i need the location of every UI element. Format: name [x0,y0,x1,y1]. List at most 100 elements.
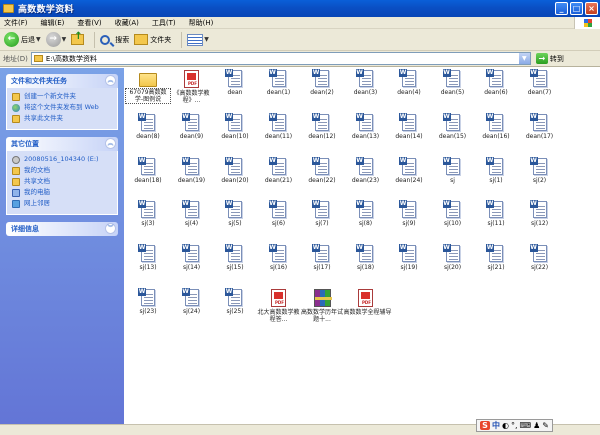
place-my-computer[interactable]: 我的电脑 [12,188,113,197]
file-item[interactable]: dean(16) [474,112,518,140]
file-item[interactable]: dean(20) [213,156,257,184]
file-item[interactable]: dean(1) [257,69,301,96]
file-item[interactable]: sj [431,156,475,184]
file-item[interactable]: sj(5) [213,200,257,227]
file-item[interactable]: sj(22) [518,244,562,271]
collapse-icon[interactable]: ︽ [105,138,116,149]
minimize-button[interactable]: _ [555,2,568,15]
file-item[interactable]: sj(3) [126,200,170,227]
chevron-down-icon[interactable]: ▼ [518,53,530,64]
file-item[interactable]: dean(9) [170,112,214,140]
file-item[interactable]: sj(2) [518,156,562,184]
file-item[interactable]: sj(4) [170,200,214,227]
file-item[interactable]: dean(14) [387,112,431,140]
file-item[interactable]: dean(10) [213,112,257,140]
address-input[interactable]: E:\高数数学资料 ▼ [30,52,531,65]
file-item[interactable]: sj(9) [387,200,431,227]
file-item[interactable]: dean(8) [126,112,170,140]
file-item[interactable]: dean(5) [431,69,475,96]
views-button[interactable]: ▼ [187,31,209,49]
panel-header[interactable]: 文件和文件夹任务 ︽ [6,74,118,88]
file-item[interactable]: dean(2) [300,69,344,96]
punctuation-icon[interactable]: °, [511,421,518,430]
file-item[interactable]: sj(6) [257,200,301,227]
file-item[interactable]: sj(21) [474,244,518,271]
menu-edit[interactable]: 编辑(E) [41,18,65,28]
chevron-down-icon[interactable]: ▼ [204,36,209,43]
file-item[interactable]: sj(7) [300,200,344,227]
file-item[interactable]: dean(12) [300,112,344,140]
file-item[interactable]: dean(21) [257,156,301,184]
file-item[interactable]: sj(20) [431,244,475,271]
file-item[interactable]: dean(24) [387,156,431,184]
user-icon[interactable]: ♟ [533,421,540,430]
forward-button[interactable]: → ▼ [45,31,67,49]
file-item[interactable]: sj(24) [170,288,214,315]
menu-view[interactable]: 查看(V) [77,18,101,28]
file-item[interactable]: sj(18) [344,244,388,271]
file-item[interactable]: dean(11) [257,112,301,140]
moon-icon[interactable]: ◐ [502,421,509,430]
file-item[interactable]: dean(6) [474,69,518,96]
task-share-folder[interactable]: 共享此文件夹 [12,114,113,123]
file-item[interactable]: sj(14) [170,244,214,271]
file-item[interactable]: dean(15) [431,112,475,140]
file-item[interactable]: sj(11) [474,200,518,227]
file-item[interactable]: dean(7) [518,69,562,96]
place-my-documents[interactable]: 我的文档 [12,166,113,175]
close-button[interactable]: × [585,2,598,15]
tool-icon[interactable]: ✎ [542,421,549,430]
file-item[interactable]: 北大高数数学教程答... [257,289,301,323]
file-item[interactable]: 高数数学历年试题十... [300,289,344,323]
title-bar[interactable]: 高数数学资料 _ □ × [0,0,600,17]
expand-icon[interactable]: ︾ [105,223,116,234]
file-item[interactable]: sj(25) [213,288,257,315]
file-item[interactable]: dean [213,69,257,96]
file-item[interactable]: dean(13) [344,112,388,140]
file-item[interactable]: 《高数数学教程》... [170,70,214,104]
file-item[interactable]: sj(10) [431,200,475,227]
chevron-down-icon[interactable]: ▼ [36,36,41,43]
file-item[interactable]: sj(23) [126,288,170,315]
file-item[interactable]: sj(13) [126,244,170,271]
menu-help[interactable]: 帮助(H) [189,18,214,28]
file-item[interactable]: sj(8) [344,200,388,227]
chevron-down-icon[interactable]: ▼ [62,36,67,43]
place-drive-e[interactable]: 20080516_104340 (E:) [12,155,113,164]
panel-header[interactable]: 其它位置 ︽ [6,137,118,151]
menu-file[interactable]: 文件(F) [4,18,28,28]
folder-item[interactable]: 67079高数数学-图例说 [125,70,171,104]
file-item[interactable]: dean(3) [344,69,388,96]
file-item[interactable]: sj(19) [387,244,431,271]
file-item[interactable]: dean(17) [518,112,562,140]
file-item[interactable]: 高数数学全程辅导 [344,289,392,316]
ime-toolbar[interactable]: S 中 ◐ °, ⌨ ♟ ✎ [476,419,553,432]
place-shared-documents[interactable]: 共享文档 [12,177,113,186]
menu-favorites[interactable]: 收藏(A) [115,18,139,28]
task-publish-web[interactable]: 将这个文件夹发布到 Web [12,103,113,112]
file-item[interactable]: dean(23) [344,156,388,184]
file-item[interactable]: sj(15) [213,244,257,271]
task-new-folder[interactable]: 创建一个新文件夹 [12,92,113,101]
folders-button[interactable]: 文件夹 [134,31,171,49]
file-item[interactable]: sj(12) [518,200,562,227]
back-button[interactable]: ← 后退 ▼ [4,31,41,49]
menu-tools[interactable]: 工具(T) [152,18,176,28]
file-item[interactable]: dean(4) [387,69,431,96]
ime-mode-label[interactable]: 中 [492,420,500,431]
collapse-icon[interactable]: ︽ [105,75,116,86]
up-button[interactable] [71,31,85,49]
panel-header[interactable]: 详细信息 ︾ [6,222,118,236]
file-item[interactable]: dean(18) [126,156,170,184]
sogou-icon[interactable]: S [480,421,490,430]
file-item[interactable]: sj(1) [474,156,518,184]
file-item[interactable]: sj(17) [300,244,344,271]
address-path[interactable]: E:\高数数学资料 [46,54,97,64]
file-item[interactable]: dean(19) [170,156,214,184]
search-button[interactable]: 搜索 [100,31,129,49]
file-item[interactable]: sj(16) [257,244,301,271]
keyboard-icon[interactable]: ⌨ [520,421,532,430]
go-button[interactable]: → 转到 [535,53,564,64]
maximize-button[interactable]: □ [570,2,583,15]
place-network[interactable]: 网上邻居 [12,199,113,208]
